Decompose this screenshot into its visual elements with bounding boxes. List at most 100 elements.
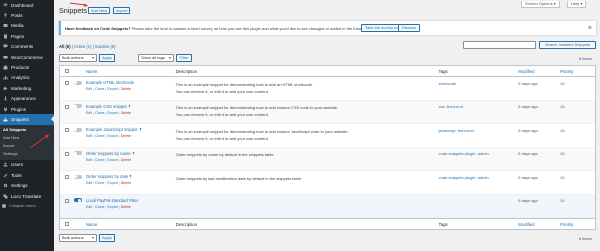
close-icon[interactable]: ⊗ — [588, 25, 592, 31]
help-button[interactable]: Help ▾ — [567, 1, 587, 8]
activate-toggle[interactable] — [73, 151, 82, 155]
snippet-name-link[interactable]: Example JavaScript snippet — [86, 127, 138, 132]
snippet-name-link[interactable]: Order snippets by date — [86, 174, 128, 179]
sidebar-item-users[interactable]: Users — [0, 160, 54, 170]
delete-link[interactable]: Delete — [121, 134, 131, 138]
column-modified-footer[interactable]: Modified — [518, 222, 560, 227]
tags-cell[interactable] — [439, 195, 519, 218]
sidebar-item-analytics[interactable]: Analytics — [0, 73, 54, 83]
submenu-all-snippets[interactable]: All Snippets — [0, 126, 54, 134]
view-inactive[interactable]: Inactive (5) — [95, 44, 116, 49]
sidebar-item-settings[interactable]: Settings — [0, 180, 54, 190]
sidebar-item-snippets[interactable]: Snippets — [0, 114, 54, 125]
sidebar-item-comments[interactable]: Comments — [0, 42, 54, 52]
import-button[interactable]: Import — [113, 7, 131, 14]
tags-cell[interactable]: shortcode — [439, 77, 519, 100]
edit-link[interactable]: Edit — [86, 205, 92, 209]
activate-toggle[interactable] — [73, 127, 82, 132]
row-actions: Edit | Clone | Export | Delete — [85, 87, 132, 91]
feedback-notice: Have feedback on Code Snippets? Please t… — [59, 21, 596, 35]
export-link[interactable]: Export — [107, 111, 117, 115]
export-link[interactable]: Export — [107, 134, 117, 138]
edit-link[interactable]: Edit — [86, 111, 92, 115]
edit-link[interactable]: Edit — [86, 181, 92, 185]
apply-button-top[interactable]: Apply — [99, 54, 115, 62]
column-priority[interactable]: Priority — [560, 69, 595, 74]
delete-link[interactable]: Delete — [121, 87, 131, 91]
export-link[interactable]: Export — [107, 205, 117, 209]
export-link[interactable]: Export — [107, 87, 117, 91]
snippet-name-link[interactable]: Local PayPal standard Filter — [86, 198, 138, 203]
column-priority-footer[interactable]: Priority — [560, 222, 595, 227]
filter-button[interactable]: Filter — [176, 54, 192, 62]
sidebar-item-loco-translate[interactable]: Loco Translate — [0, 191, 54, 201]
snippet-name-link[interactable]: Example CSS snippet — [86, 104, 127, 109]
clone-link[interactable]: Clone — [95, 134, 104, 138]
delete-link[interactable]: Delete — [121, 181, 131, 185]
apply-button-bottom[interactable]: Apply — [99, 234, 115, 242]
view-active[interactable]: Active (1) — [74, 44, 92, 49]
row-checkbox[interactable] — [64, 81, 69, 85]
column-name[interactable]: Name — [86, 69, 176, 74]
clone-link[interactable]: Clone — [95, 158, 104, 162]
bulk-actions-select-top[interactable]: Bulk actions ▾ — [59, 54, 97, 62]
row-checkbox[interactable] — [64, 128, 69, 132]
select-all-checkbox[interactable] — [64, 69, 69, 73]
select-all-checkbox-bottom[interactable] — [64, 222, 69, 226]
activate-toggle[interactable] — [73, 174, 82, 179]
column-name-footer[interactable]: Name — [86, 222, 176, 227]
sidebar-item-marketing[interactable]: Marketing — [0, 83, 54, 93]
sidebar-item-products[interactable]: Products — [0, 62, 54, 72]
activate-toggle[interactable] — [73, 198, 82, 202]
tag-filter-select[interactable]: Show all tags ▾ — [138, 54, 174, 62]
submenu-import[interactable]: Import — [0, 142, 54, 150]
bulk-actions-select-bottom[interactable]: Bulk actions ▾ — [59, 234, 97, 242]
edit-link[interactable]: Edit — [86, 87, 92, 91]
sidebar-item-plugins[interactable]: Plugins — [0, 104, 54, 114]
delete-link[interactable]: Delete — [121, 205, 131, 209]
snippet-name-link[interactable]: Order snippets by name — [86, 151, 131, 156]
row-checkbox[interactable] — [64, 175, 69, 179]
sidebar-item-tools[interactable]: Tools — [0, 170, 54, 180]
sidebar-item-appearance[interactable]: Appearance — [0, 94, 54, 104]
sidebar-item-woocommerce[interactable]: WooCommerce — [0, 52, 54, 62]
tags-cell[interactable]: code-snippets-plugin, admin — [439, 171, 519, 194]
row-checkbox[interactable] — [64, 198, 69, 203]
edit-link[interactable]: Edit — [86, 134, 92, 138]
search-input[interactable] — [463, 41, 536, 49]
export-link[interactable]: Export — [107, 181, 117, 185]
woo-icon — [2, 54, 8, 60]
export-link[interactable]: Export — [107, 158, 117, 162]
activate-toggle[interactable] — [73, 104, 82, 108]
add-new-button[interactable]: Add New — [88, 7, 111, 14]
row-checkbox[interactable] — [64, 151, 69, 156]
sidebar-item-media[interactable]: Media — [0, 21, 54, 31]
clone-link[interactable]: Clone — [95, 87, 104, 91]
clone-link[interactable]: Clone — [95, 205, 104, 209]
clone-link[interactable]: Clone — [95, 111, 104, 115]
clone-link[interactable]: Clone — [95, 181, 104, 185]
collapse-menu-button[interactable]: Collapse menu — [0, 201, 54, 210]
sidebar-item-posts[interactable]: Posts — [0, 10, 54, 20]
activate-toggle[interactable] — [73, 80, 82, 85]
tags-cell[interactable]: code-snippets-plugin, admin — [439, 148, 519, 171]
delete-link[interactable]: Delete — [121, 158, 131, 162]
search-snippets-button[interactable]: Search Installed Snippets — [539, 41, 596, 49]
items-count-top: 6 items — [579, 56, 592, 61]
delete-link[interactable]: Delete — [121, 111, 131, 115]
tags-cell[interactable]: css, front-end — [439, 101, 519, 124]
screen-options-button[interactable]: Screen Options ▾ — [521, 1, 560, 8]
notice-body: Please take the time to answer a short s… — [130, 25, 365, 31]
snippet-name-link[interactable]: Example HTML shortcode — [86, 80, 134, 85]
toggle-cell — [73, 171, 86, 194]
submenu-add-new[interactable]: Add New — [0, 134, 54, 142]
column-modified[interactable]: Modified — [518, 69, 560, 74]
edit-link[interactable]: Edit — [86, 158, 92, 162]
tags-cell[interactable]: javascript, front-end — [439, 124, 519, 147]
row-checkbox[interactable] — [64, 104, 69, 109]
submenu-settings[interactable]: Settings — [0, 150, 54, 158]
sidebar-item-dashboard[interactable]: Dashboard — [0, 0, 54, 10]
view-all[interactable]: All (6) — [59, 44, 71, 49]
sidebar-item-pages[interactable]: Pages — [0, 31, 54, 41]
dismiss-notice-button[interactable]: Dismiss — [398, 24, 420, 32]
